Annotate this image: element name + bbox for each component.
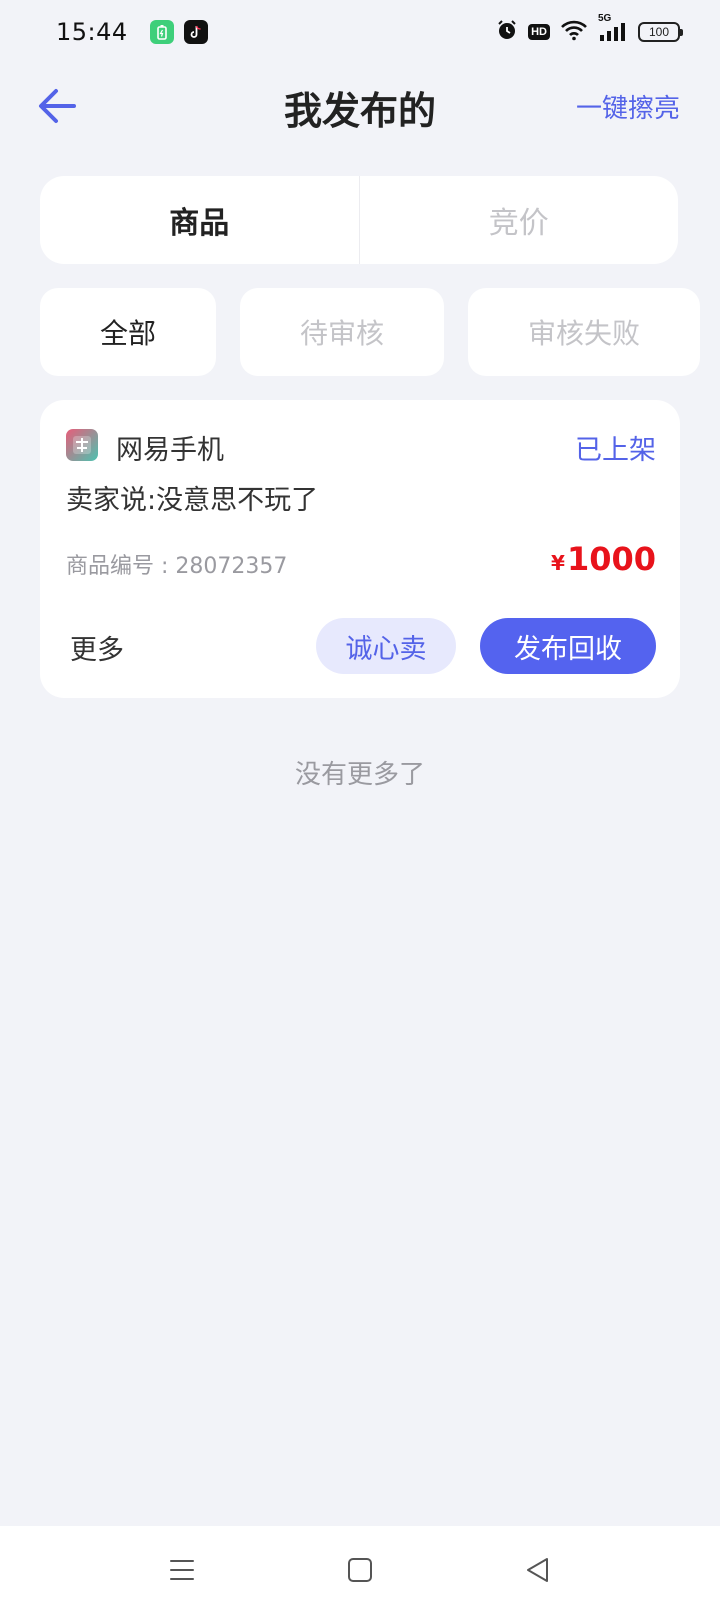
item-code: 商品编号 : 28072357 [66,554,288,579]
tab-bidding[interactable]: 竞价 [360,176,679,264]
game-name: 网易手机 [116,435,224,466]
list-end-text: 没有更多了 [294,760,425,790]
hd-icon: HD [528,24,550,40]
seller-note: 卖家说:没意思不玩了 [66,485,319,516]
filter-row: 全部 待审核 审核失败 [40,288,720,376]
publish-recycle-button[interactable]: 发布回收 [480,618,656,674]
tab-goods[interactable]: 商品 [40,176,359,264]
tiktok-icon [183,20,208,44]
navigation-bar [0,1526,720,1612]
status-app-icons [149,20,208,44]
currency-symbol: ¥ [551,551,565,575]
filter-pending-review[interactable]: 待审核 [240,288,444,376]
game-logo-icon [66,429,98,461]
item-price: ¥1000 [551,540,656,578]
battery-indicator: 100 [638,22,683,42]
more-button[interactable]: 更多 [70,628,124,667]
wifi-icon [560,19,588,45]
back-triangle-icon[interactable] [522,1554,554,1586]
status-badge: 已上架 [575,435,656,466]
sincere-sell-button[interactable]: 诚心卖 [316,618,456,674]
status-system-icons: HD 5G 100 [496,13,683,45]
type-tabs: 商品 竞价 [40,176,678,264]
filter-all[interactable]: 全部 [40,288,216,376]
signal-5g-icon: 5G [598,13,628,43]
status-time: 15:44 [56,18,128,46]
filter-review-failed[interactable]: 审核失败 [468,288,700,376]
status-bar: 15:44 HD 5G 100 [0,0,720,64]
item-card[interactable]: 网易手机 已上架 卖家说:没意思不玩了 商品编号 : 28072357 ¥100… [40,400,680,698]
home-icon[interactable] [344,1554,376,1586]
polish-all-button[interactable]: 一键擦亮 [576,88,680,125]
header: 我发布的 一键擦亮 [0,70,720,150]
network-label: 5G [598,13,612,24]
battery-saver-icon [149,20,174,44]
menu-icon[interactable] [166,1554,198,1586]
alarm-icon [496,19,518,45]
price-value: 1000 [566,540,656,578]
